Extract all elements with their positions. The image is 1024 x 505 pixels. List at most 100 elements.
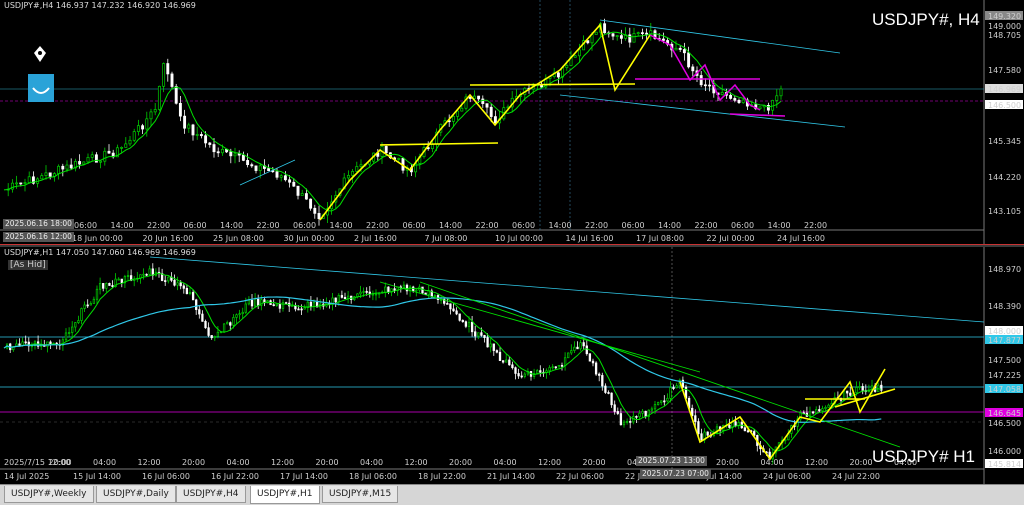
tab-weekly[interactable]: USDJPY#,Weekly: [4, 486, 94, 503]
h4-candle-body: [90, 154, 94, 158]
h4-price-tick: 148.705: [988, 31, 1021, 40]
tab-m15[interactable]: USDJPY#,M15: [322, 486, 399, 503]
h1-candle-body: [560, 364, 564, 367]
h1-candle-body: [660, 400, 663, 403]
h1-candle-body: [182, 285, 185, 289]
h1-candle-body: [309, 301, 313, 308]
h1-price-tick: 148.970: [988, 265, 1021, 274]
h1-candle-body: [846, 390, 849, 394]
h4-candle-body: [174, 86, 178, 104]
h1-candle-body: [222, 323, 226, 333]
h4-date-tick: 17 Jul 08:00: [636, 234, 684, 243]
h4-candle-body: [741, 99, 745, 103]
h1-candle-body: [470, 321, 474, 333]
h1-symbol-label: USDJPY# H1: [872, 447, 975, 466]
h1-candle-body: [666, 397, 669, 402]
tab-h1[interactable]: USDJPY#,H1: [250, 486, 320, 504]
h1-candle-body: [514, 367, 517, 374]
h1-chart-pane[interactable]: 148.970 148.390 148.000 147.877 147.500 147.2…: [0, 247, 1024, 484]
h1-candle-body: [656, 402, 660, 405]
h1-candle-body: [108, 282, 111, 286]
h1-candle-body: [827, 404, 830, 408]
h4-time-tick: 14:00: [439, 221, 462, 230]
h1-candle-body: [207, 327, 210, 336]
h1-candle-body: [567, 352, 570, 359]
h4-price-tick: 144.220: [988, 173, 1021, 182]
h4-time-tick: 14:00: [658, 221, 681, 230]
h4-candle-body: [237, 153, 241, 156]
h4-chart-canvas[interactable]: 149.320149.000148.705 147.580 146.969 146.5…: [0, 0, 1024, 244]
h1-price-tick: 147.058: [988, 385, 1021, 394]
h1-candle-body: [598, 373, 601, 376]
h4-candle-body: [153, 109, 157, 113]
h4-candle-body: [27, 176, 31, 183]
h4-time-tick: 06:00: [512, 221, 535, 230]
h4-candle-body: [69, 164, 73, 169]
h1-candle-body: [594, 362, 598, 375]
h1-upper-time-tick: 20:00: [449, 458, 472, 467]
h4-candle-body: [720, 92, 724, 96]
h1-upper-time-tick: 20:00: [850, 458, 873, 467]
h1-candle-body: [74, 322, 77, 328]
h1-candle-body: [145, 273, 148, 276]
h4-time-tick: 06:00: [74, 221, 97, 230]
h1-candle-body: [489, 343, 492, 348]
h4-candle-body: [397, 158, 401, 160]
h1-candle-body: [629, 421, 632, 423]
h1-price-tick: 146.500: [988, 419, 1021, 428]
h4-candle-body: [191, 124, 195, 136]
h4-candle-body: [594, 31, 598, 35]
h4-time-tick: 06:00: [293, 221, 316, 230]
h1-candle-body: [582, 342, 585, 347]
h4-candle-body: [661, 38, 665, 41]
h1-candle-body: [71, 326, 74, 333]
h1-candle-body: [554, 366, 557, 369]
h4-chart-pane[interactable]: 149.320 149.000 148.705 147.580 146.969 146.5…: [0, 0, 1024, 244]
h4-channel-lower: [559, 94, 846, 128]
h1-upper-time-tick: 20:00: [716, 458, 739, 467]
h4-candle-body: [149, 111, 153, 120]
h1-candle-body: [303, 307, 306, 310]
ask-line-label: [As Hid]: [8, 260, 48, 270]
h1-candle-body: [570, 350, 573, 354]
h1-upper-time-tick: 04:00: [360, 458, 383, 467]
h4-candle-body: [288, 179, 292, 183]
h1-candle-body: [604, 385, 607, 393]
h4-resistance-line: [469, 83, 636, 86]
broker-logo: [28, 74, 54, 102]
h1-upper-time-tick: 20:00: [49, 458, 72, 467]
h1-candle-body: [672, 387, 675, 389]
tab-h4[interactable]: USDJPY#,H4: [176, 486, 246, 503]
h1-chart-canvas[interactable]: 148.970 148.390 148.000147.877 147.500 147.2…: [0, 247, 1024, 484]
h4-date-tick: 14 Jul 16:00: [566, 234, 614, 243]
h1-candle-body: [663, 400, 666, 403]
h1-candle-body: [359, 291, 362, 295]
h1-candle-body: [415, 289, 418, 292]
h1-candle-body: [501, 360, 505, 363]
h4-candle-body: [636, 32, 640, 35]
h4-candle-body: [283, 175, 287, 181]
h4-time-tick: 14:00: [111, 221, 134, 230]
h4-candle-body: [258, 165, 262, 171]
h4-price-tick: 147.580: [988, 66, 1021, 75]
h4-price-tick: 143.105: [988, 207, 1021, 216]
h1-price-tick: 145.814: [988, 460, 1021, 469]
h4-magenta-support: [729, 113, 786, 117]
h1-candle-body: [461, 319, 464, 323]
h1-candle-body: [117, 278, 120, 281]
h4-date-tick: 7 Jul 08:00: [425, 234, 468, 243]
h4-candle-body: [132, 131, 136, 141]
h1-candle-body: [188, 292, 192, 295]
h4-time-tick: 22:00: [804, 221, 827, 230]
h4-candle-body: [178, 102, 182, 117]
h1-candle-body: [619, 413, 623, 426]
h1-upper-time-tick: 20:00: [182, 458, 205, 467]
h4-candle-body: [187, 124, 191, 129]
h4-candle-body: [703, 84, 707, 87]
h1-candle-body: [365, 291, 368, 293]
h4-candle-body: [250, 164, 254, 167]
h1-price-tick: 147.877: [988, 336, 1021, 345]
h4-candle-body: [23, 182, 27, 184]
tab-daily[interactable]: USDJPY#,Daily: [96, 486, 176, 503]
h4-candle-body: [687, 52, 691, 68]
